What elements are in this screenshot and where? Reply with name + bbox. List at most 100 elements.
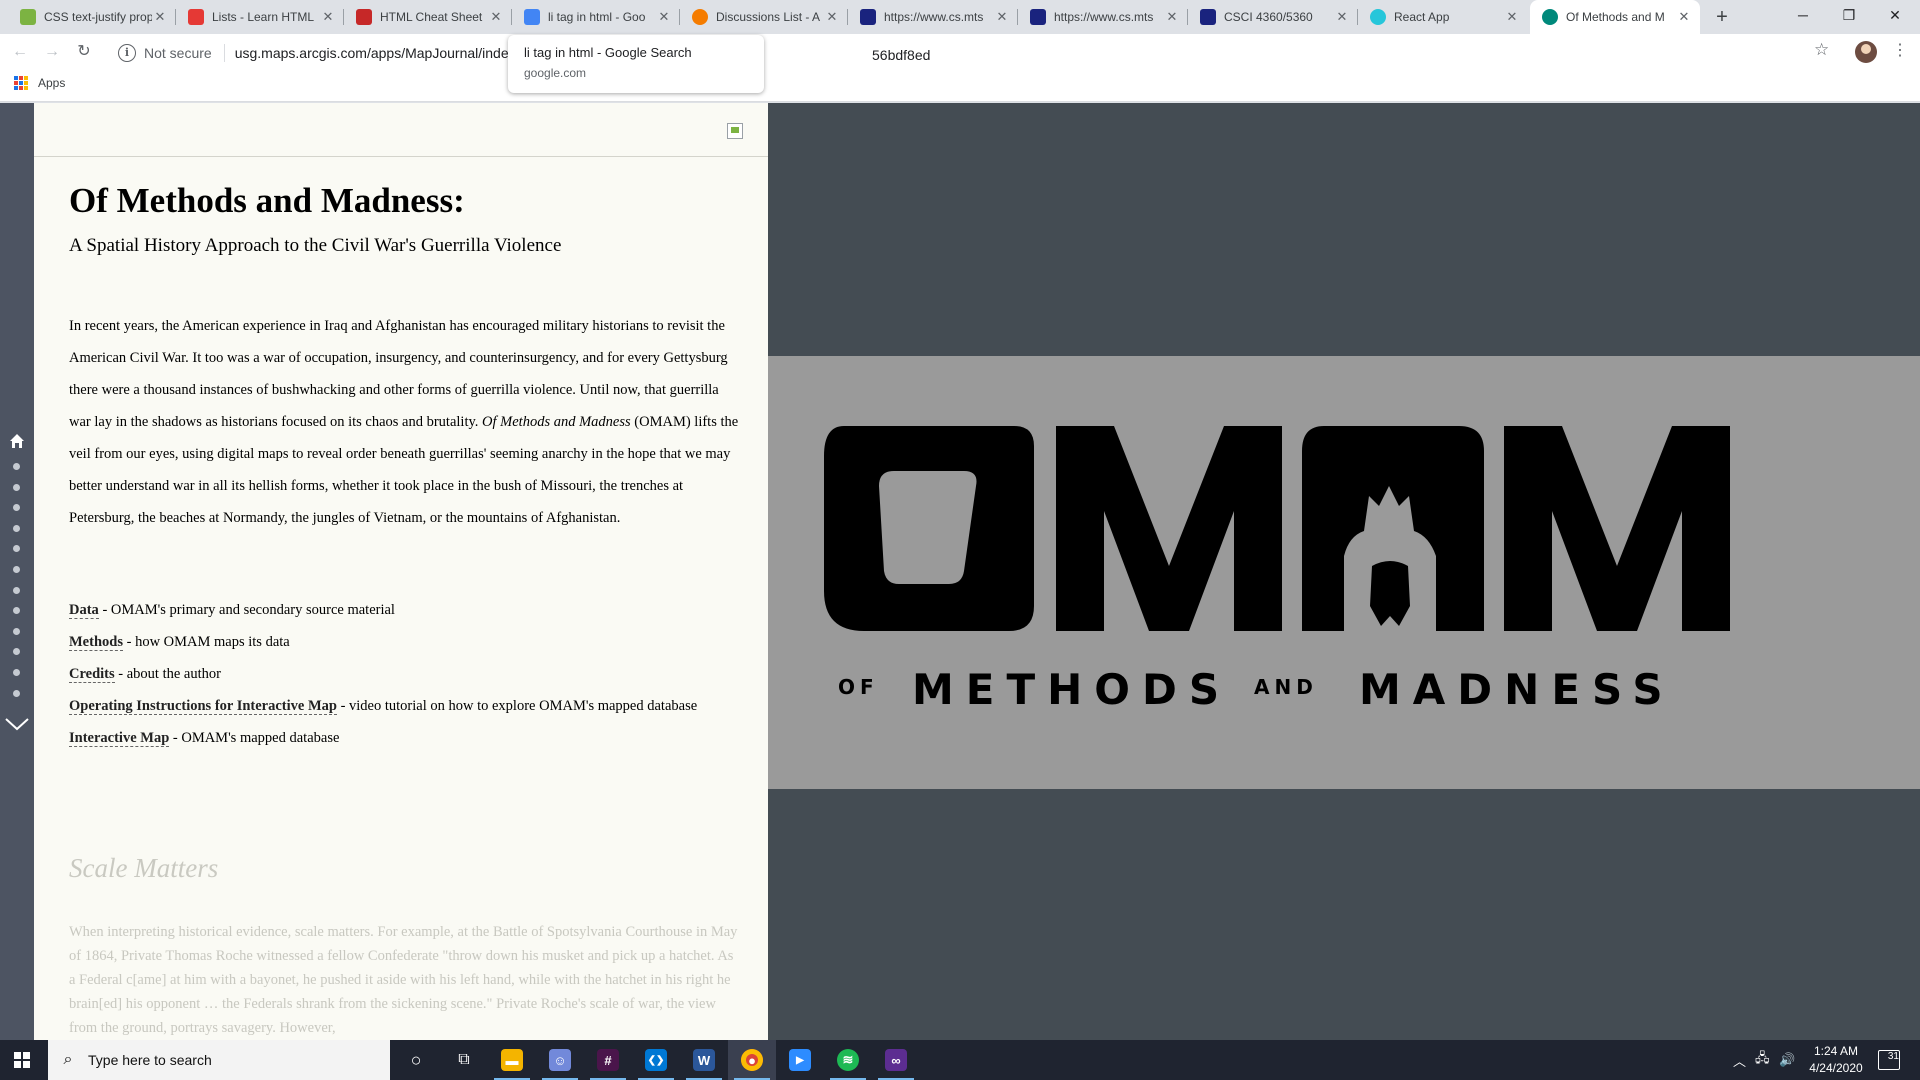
- section-dot[interactable]: [13, 524, 20, 532]
- tab-csci-4360[interactable]: CSCI 4360/5360 ✕: [1188, 0, 1358, 34]
- map-journal-page: Of Methods and Madness: A Spatial Histor…: [0, 103, 1920, 1040]
- apps-grid-icon[interactable]: [14, 76, 28, 90]
- url-text[interactable]: usg.maps.arcgis.com/apps/MapJournal/inde…: [235, 45, 516, 61]
- tab-of-methods-and-madness[interactable]: Of Methods and M ✕: [1530, 0, 1700, 34]
- discord-icon[interactable]: ☺: [536, 1040, 584, 1080]
- react-favicon-icon: [1370, 9, 1386, 25]
- logo-tagline-and: AND: [1254, 675, 1318, 699]
- tab-css-text-justify[interactable]: CSS text-justify prop ✕: [8, 0, 176, 34]
- apps-bookmark[interactable]: Apps: [38, 76, 65, 90]
- profile-avatar[interactable]: [1855, 41, 1877, 63]
- back-arrow-icon[interactable]: ←: [8, 40, 32, 64]
- tab-react-app[interactable]: React App ✕: [1358, 0, 1528, 34]
- tab-close-icon[interactable]: ✕: [488, 9, 504, 25]
- favicon-icon: [1030, 9, 1046, 25]
- section-dot[interactable]: [13, 545, 20, 553]
- google-favicon-icon: [524, 9, 540, 25]
- minimize-button[interactable]: ─: [1780, 0, 1826, 30]
- forward-arrow-icon[interactable]: →: [40, 40, 64, 64]
- operating-instructions-link[interactable]: Operating Instructions for Interactive M…: [69, 698, 337, 715]
- tab-title: CSCI 4360/5360: [1224, 10, 1313, 24]
- methods-link[interactable]: Methods: [69, 634, 123, 651]
- volume-icon[interactable]: 🔊: [1779, 1040, 1795, 1080]
- omnibox-divider: [223, 43, 225, 62]
- tab-close-icon[interactable]: ✕: [656, 9, 672, 25]
- windows-start-icon[interactable]: [14, 1052, 30, 1068]
- visual-studio-icon[interactable]: ∞: [872, 1040, 920, 1080]
- zoom-icon[interactable]: ▶: [776, 1040, 824, 1080]
- network-icon[interactable]: 🖧: [1755, 1040, 1770, 1080]
- section-dot[interactable]: [13, 504, 20, 512]
- favicon-icon: [860, 9, 876, 25]
- tab-title: https://www.cs.mts: [884, 10, 984, 24]
- task-view-icon[interactable]: ⧉: [440, 1040, 488, 1080]
- slack-icon[interactable]: #: [584, 1040, 632, 1080]
- restore-button[interactable]: ❐: [1826, 0, 1872, 30]
- section-dots: [13, 463, 21, 710]
- section-dot[interactable]: [13, 689, 20, 697]
- logo-tagline-madness: MADNESS: [1359, 665, 1675, 714]
- vscode-icon[interactable]: ❮❯: [632, 1040, 680, 1080]
- system-clock[interactable]: 1:24 AM 4/24/2020: [1802, 1043, 1870, 1077]
- tab-discussions-list[interactable]: Discussions List - A ✕: [680, 0, 848, 34]
- address-bar[interactable]: i Not secure usg.maps.arcgis.com/apps/Ma…: [110, 39, 1830, 66]
- show-hidden-icons-chevron-icon[interactable]: ︿: [1733, 1040, 1746, 1080]
- file-explorer-icon[interactable]: ▬: [488, 1040, 536, 1080]
- reload-icon[interactable]: ↻: [72, 40, 96, 64]
- notification-center-icon[interactable]: 31: [1878, 1050, 1900, 1070]
- section-dot[interactable]: [13, 627, 20, 635]
- tab-close-icon[interactable]: ✕: [1504, 9, 1520, 25]
- link-description: - how OMAM maps its data: [122, 634, 290, 650]
- omam-logo-banner: OF METHODS AND MADNESS: [768, 356, 1920, 789]
- chrome-icon[interactable]: ●: [728, 1040, 776, 1080]
- section-dot[interactable]: [13, 463, 20, 470]
- tab-cs-mtsu-2[interactable]: https://www.cs.mts ✕: [1018, 0, 1188, 34]
- browser-toolbar: ← → ↻ i Not secure usg.maps.arcgis.com/a…: [0, 34, 1920, 70]
- link-description: - about the author: [114, 666, 221, 682]
- word-icon[interactable]: W: [680, 1040, 728, 1080]
- chevron-down-icon[interactable]: [4, 716, 30, 732]
- section-dot[interactable]: [13, 586, 20, 594]
- section-dot[interactable]: [13, 607, 20, 615]
- window-close-button[interactable]: ✕: [1872, 0, 1918, 30]
- tab-close-icon[interactable]: ✕: [824, 9, 840, 25]
- panel-header: [34, 103, 768, 157]
- section-navigation: [0, 103, 34, 1040]
- credits-link[interactable]: Credits: [69, 666, 115, 683]
- section-dot[interactable]: [13, 648, 20, 656]
- favicon-icon: [20, 9, 36, 25]
- tab-close-icon[interactable]: ✕: [152, 9, 168, 25]
- taskbar-search[interactable]: ⌕ Type here to search: [48, 1040, 390, 1080]
- tab-title: CSS text-justify prop: [44, 10, 152, 24]
- search-placeholder: Type here to search: [88, 1052, 212, 1068]
- favicon-icon: [692, 9, 708, 25]
- link-description: - OMAM's mapped database: [169, 730, 340, 746]
- tab-close-icon[interactable]: ✕: [994, 9, 1010, 25]
- section-dot[interactable]: [13, 668, 20, 676]
- tab-close-icon[interactable]: ✕: [1164, 9, 1180, 25]
- page-title: Of Methods and Madness:: [69, 181, 465, 220]
- spotify-icon[interactable]: ≋: [824, 1040, 872, 1080]
- home-icon[interactable]: [9, 433, 25, 449]
- link-list: Data - OMAM's primary and secondary sour…: [69, 594, 739, 754]
- info-icon[interactable]: i: [118, 43, 136, 62]
- tab-title: Lists - Learn HTML: [212, 10, 315, 24]
- tab-title: https://www.cs.mts: [1054, 10, 1154, 24]
- data-link[interactable]: Data: [69, 602, 99, 619]
- tab-title: Discussions List - A: [716, 10, 821, 24]
- section-dot[interactable]: [13, 565, 20, 573]
- interactive-map-link[interactable]: Interactive Map: [69, 730, 170, 747]
- cortana-icon[interactable]: ○: [392, 1040, 440, 1080]
- bookmark-star-icon[interactable]: ☆: [1814, 40, 1829, 60]
- tab-close-icon[interactable]: ✕: [320, 9, 336, 25]
- tab-cs-mtsu-1[interactable]: https://www.cs.mts ✕: [848, 0, 1018, 34]
- new-tab-button[interactable]: +: [1708, 4, 1736, 30]
- section-dot[interactable]: [13, 483, 20, 491]
- tab-html-cheat-sheet[interactable]: HTML Cheat Sheet ✕: [344, 0, 512, 34]
- browser-menu-icon[interactable]: ⋮: [1892, 40, 1908, 60]
- tab-close-icon[interactable]: ✕: [1676, 9, 1692, 25]
- tab-li-tag-google[interactable]: li tag in html - Goo ✕: [512, 0, 680, 34]
- intro-emphasis: Of Methods and Madness: [482, 414, 631, 430]
- tab-lists-learn-html[interactable]: Lists - Learn HTML ✕: [176, 0, 344, 34]
- tab-close-icon[interactable]: ✕: [1334, 9, 1350, 25]
